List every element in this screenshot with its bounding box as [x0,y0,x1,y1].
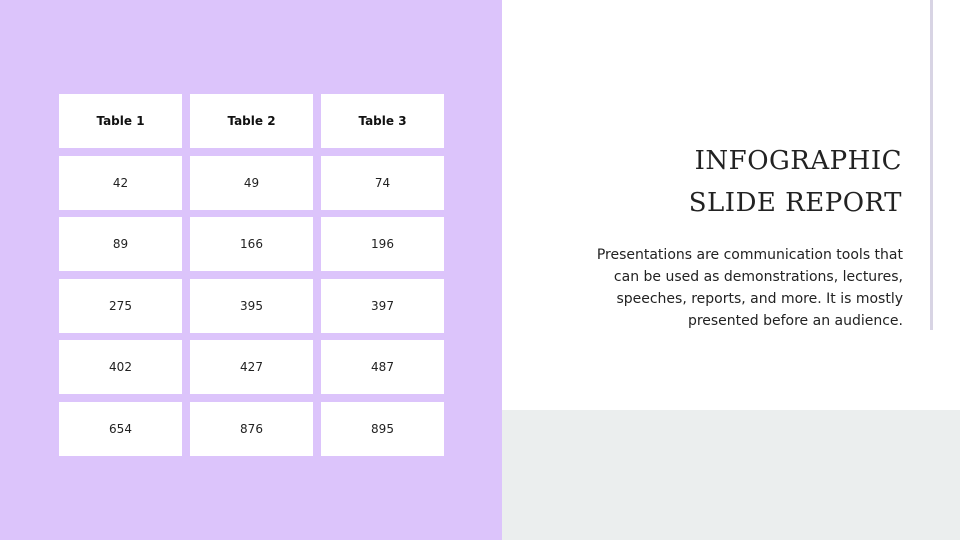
table-cell: 876 [190,401,313,456]
slide-title: INFOGRAPHIC SLIDE REPORT [689,140,902,224]
table-header-cell: Table 1 [59,94,182,148]
table-header-cell: Table 2 [190,94,313,148]
table-cell: 49 [190,155,313,210]
table-cell: 74 [321,155,444,210]
table-cell: 895 [321,401,444,456]
data-table: Table 1 Table 2 Table 3 42 49 74 89 166 … [59,94,444,456]
table-cell: 654 [59,401,182,456]
bottom-panel-background [502,410,960,540]
table-cell: 42 [59,155,182,210]
table-cell: 427 [190,340,313,394]
table-cell: 397 [321,278,444,333]
table-cell: 89 [59,217,182,271]
table-cell: 402 [59,340,182,394]
slide-body-text: Presentations are communication tools th… [596,247,903,329]
table-cell: 166 [190,217,313,271]
accent-vertical-line [930,0,933,330]
slide-title-line: SLIDE REPORT [688,188,902,218]
table-cell: 275 [59,278,182,333]
slide-title-line: INFOGRAPHIC [694,146,902,176]
table-cell: 395 [190,278,313,333]
table-cell: 487 [321,340,444,394]
table-header-cell: Table 3 [321,94,444,148]
table-cell: 196 [321,217,444,271]
